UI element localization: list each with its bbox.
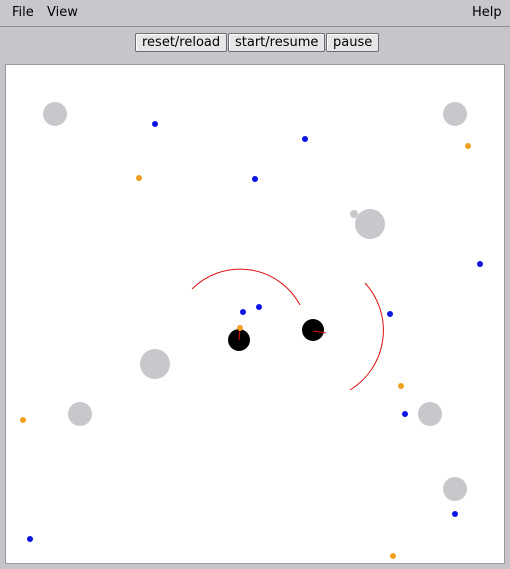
obstacle <box>443 477 467 501</box>
sensor-arcs <box>191 268 384 391</box>
menu-bar: File View Help <box>0 0 510 27</box>
obstacle <box>43 102 67 126</box>
simulation-canvas[interactable] <box>5 64 505 564</box>
menu-help[interactable]: Help <box>472 5 502 20</box>
blue-targets <box>27 121 483 542</box>
blue-target <box>302 136 308 142</box>
blue-target <box>152 121 158 127</box>
blue-target <box>387 311 393 317</box>
robot <box>302 319 324 341</box>
robots <box>228 319 327 351</box>
pause-button[interactable]: pause <box>326 33 380 52</box>
blue-target <box>252 176 258 182</box>
orange-target <box>398 383 404 389</box>
blue-target <box>477 261 483 267</box>
obstacle <box>418 402 442 426</box>
obstacle <box>140 349 170 379</box>
orange-target <box>136 175 142 181</box>
sensor-arc <box>191 268 301 306</box>
orange-target <box>237 325 243 331</box>
reset-reload-button[interactable]: reset/reload <box>135 33 228 52</box>
menu-file[interactable]: File <box>12 5 34 20</box>
orange-target <box>465 143 471 149</box>
obstacle <box>355 209 385 239</box>
blue-target <box>402 411 408 417</box>
obstacle <box>443 102 467 126</box>
menu-view[interactable]: View <box>47 5 78 20</box>
blue-target <box>256 304 262 310</box>
blue-target <box>452 511 458 517</box>
obstacles <box>43 102 467 501</box>
orange-target <box>390 553 396 559</box>
toolbar: reset/reload start/resume pause <box>0 27 510 63</box>
blue-target <box>27 536 33 542</box>
obstacle <box>350 210 358 218</box>
obstacle <box>68 402 92 426</box>
simulation-scene <box>20 102 483 559</box>
start-resume-button[interactable]: start/resume <box>228 33 326 52</box>
orange-target <box>20 417 26 423</box>
sensor-arc <box>349 282 384 391</box>
blue-target <box>240 309 246 315</box>
orange-targets <box>20 143 471 559</box>
